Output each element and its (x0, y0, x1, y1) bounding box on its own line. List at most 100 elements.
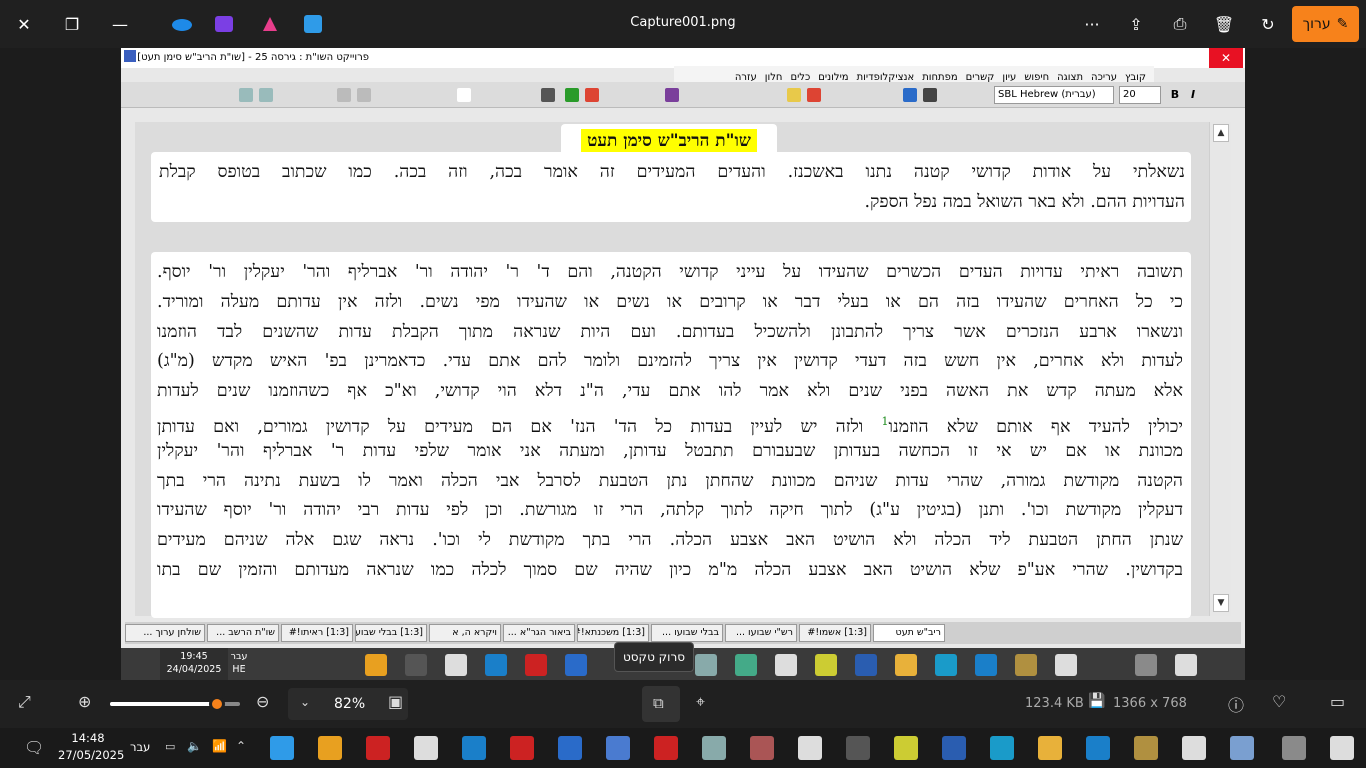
fit-icon[interactable]: ▣ (388, 692, 403, 711)
prev-icon[interactable] (357, 88, 371, 102)
folder-icon[interactable] (1038, 736, 1062, 760)
doc-tab[interactable]: בבלי שבועו ... (651, 624, 723, 642)
map-icon[interactable] (1015, 654, 1037, 676)
shield-icon[interactable] (414, 736, 438, 760)
search-app-icon[interactable] (318, 736, 342, 760)
script-icon[interactable] (405, 654, 427, 676)
font-size-select[interactable]: 20 (1119, 86, 1161, 104)
book-icon[interactable] (541, 88, 555, 102)
pdf-icon[interactable] (525, 654, 547, 676)
marker-icon[interactable] (665, 88, 679, 102)
paint-icon[interactable] (297, 8, 329, 40)
magnifier-icon[interactable] (990, 736, 1014, 760)
number-icon[interactable] (903, 88, 917, 102)
filmstrip-icon[interactable]: ▭ (1330, 692, 1345, 711)
hebrew-app-icon[interactable] (462, 736, 486, 760)
menu-item[interactable]: אנציקלופדיות (857, 72, 915, 83)
sun-icon[interactable] (787, 88, 801, 102)
delete-icon[interactable]: 🗑 (1208, 8, 1240, 40)
book-app-icon[interactable] (735, 654, 757, 676)
doc-tab[interactable]: רש"י שבועו ... (725, 624, 797, 642)
inner-close-button[interactable]: ✕ (1209, 48, 1243, 68)
frame-icon[interactable] (654, 736, 678, 760)
edit-button[interactable]: ערוך ✎ (1292, 6, 1359, 42)
chevron-up-icon[interactable]: ⌃ (236, 739, 246, 753)
menu-item[interactable]: מפתחות (922, 72, 957, 83)
doc-tab[interactable]: [1:3] אשמו!# (799, 624, 871, 642)
scroll-down-icon[interactable]: ▼ (1213, 594, 1229, 612)
map-icon[interactable] (1134, 736, 1158, 760)
doc-tab[interactable]: [1:3] משכנתא!# (577, 624, 649, 642)
footnote-marker[interactable]: 1 (882, 415, 889, 428)
browser-icon[interactable] (558, 736, 582, 760)
first-page-icon[interactable] (337, 88, 351, 102)
windows-icon[interactable] (1175, 654, 1197, 676)
menu-item[interactable]: כלים (790, 72, 810, 83)
pdf-reader-icon[interactable] (815, 654, 837, 676)
expand-icon[interactable]: ⤢ (18, 692, 31, 712)
folder-icon[interactable] (895, 654, 917, 676)
vertical-scrollbar[interactable]: ▲ ▼ (1209, 122, 1231, 616)
volume-icon[interactable]: 🔈 (187, 739, 202, 753)
restore-icon[interactable]: ❐ (56, 8, 88, 40)
doc-tab[interactable]: ויקרא ה, א (429, 624, 501, 642)
next-icon[interactable] (457, 88, 471, 102)
forward-arrow-icon[interactable] (585, 88, 599, 102)
media-icon[interactable] (798, 736, 822, 760)
rotate-icon[interactable]: ↻ (1252, 8, 1284, 40)
onedrive-icon[interactable] (165, 8, 197, 40)
designer-icon[interactable] (254, 8, 286, 40)
back-arrow-icon[interactable] (565, 88, 579, 102)
script-icon[interactable] (846, 736, 870, 760)
menu-item[interactable]: חיפוש (1024, 72, 1049, 83)
clipchamp-icon[interactable] (208, 8, 240, 40)
books-icon[interactable] (750, 736, 774, 760)
zoom-thumb[interactable] (208, 696, 225, 712)
edge-icon[interactable] (975, 654, 997, 676)
menu-item[interactable]: קשרים (966, 72, 995, 83)
doc-tab[interactable]: [1:3] בבלי שבועו ... (355, 624, 427, 642)
word-icon[interactable] (855, 654, 877, 676)
clipboard-icon[interactable] (1055, 654, 1077, 676)
zoom-in-icon[interactable]: ⊕ (78, 692, 91, 711)
search-app-icon[interactable] (365, 654, 387, 676)
bold-button[interactable]: B (1167, 86, 1183, 104)
visual-search-icon[interactable]: ⌖ (696, 692, 705, 712)
doc-tab-active[interactable]: ריב"ש תעט (873, 624, 945, 642)
font-select[interactable]: SBL Hebrew (עברית) (994, 86, 1114, 104)
notes-icon[interactable] (695, 654, 717, 676)
menu-item[interactable]: מילונים (818, 72, 848, 83)
word-icon[interactable] (942, 736, 966, 760)
pdf-icon[interactable] (510, 736, 534, 760)
wifi-icon[interactable]: 📶 (212, 739, 227, 753)
menu-item[interactable]: עזרה (735, 72, 757, 83)
minimize-icon[interactable]: — (104, 8, 136, 40)
doc-tab[interactable]: ביאור הגר"א ... (503, 624, 575, 642)
search-icon[interactable] (239, 88, 253, 102)
menu-item[interactable]: חלון (765, 72, 783, 83)
doc-tab[interactable]: [1:3] ראיתו!# (281, 624, 353, 642)
notification-icon[interactable]: 🗨 (24, 738, 44, 757)
menu-item[interactable]: עיון (1002, 72, 1016, 83)
photos-app-icon[interactable] (270, 736, 294, 760)
notes-icon[interactable] (702, 736, 726, 760)
start-icon[interactable] (1330, 736, 1354, 760)
zoom-slider[interactable] (110, 696, 240, 712)
copy-app-icon[interactable] (606, 736, 630, 760)
media-icon[interactable] (775, 654, 797, 676)
menu-item[interactable]: קובץ (1125, 72, 1146, 83)
scroll-up-icon[interactable]: ▲ (1213, 124, 1229, 142)
close-icon[interactable]: ✕ (8, 8, 40, 40)
italic-button[interactable]: I (1185, 86, 1201, 104)
zoom-out-icon[interactable]: ⊖ (256, 692, 269, 711)
hebrew-app-icon[interactable] (485, 654, 507, 676)
doc-tab[interactable]: שו"ת הרשב ... (207, 624, 279, 642)
browser-icon[interactable] (565, 654, 587, 676)
menu-item[interactable]: עריכה (1091, 72, 1117, 83)
print-icon[interactable]: ⎙ (1164, 8, 1196, 40)
task-view-icon[interactable] (1282, 736, 1306, 760)
magnifier-icon[interactable] (935, 654, 957, 676)
battery-icon[interactable]: ▭ (165, 740, 175, 753)
zoom-icon[interactable] (259, 88, 273, 102)
more-icon[interactable]: ··· (1076, 8, 1108, 40)
